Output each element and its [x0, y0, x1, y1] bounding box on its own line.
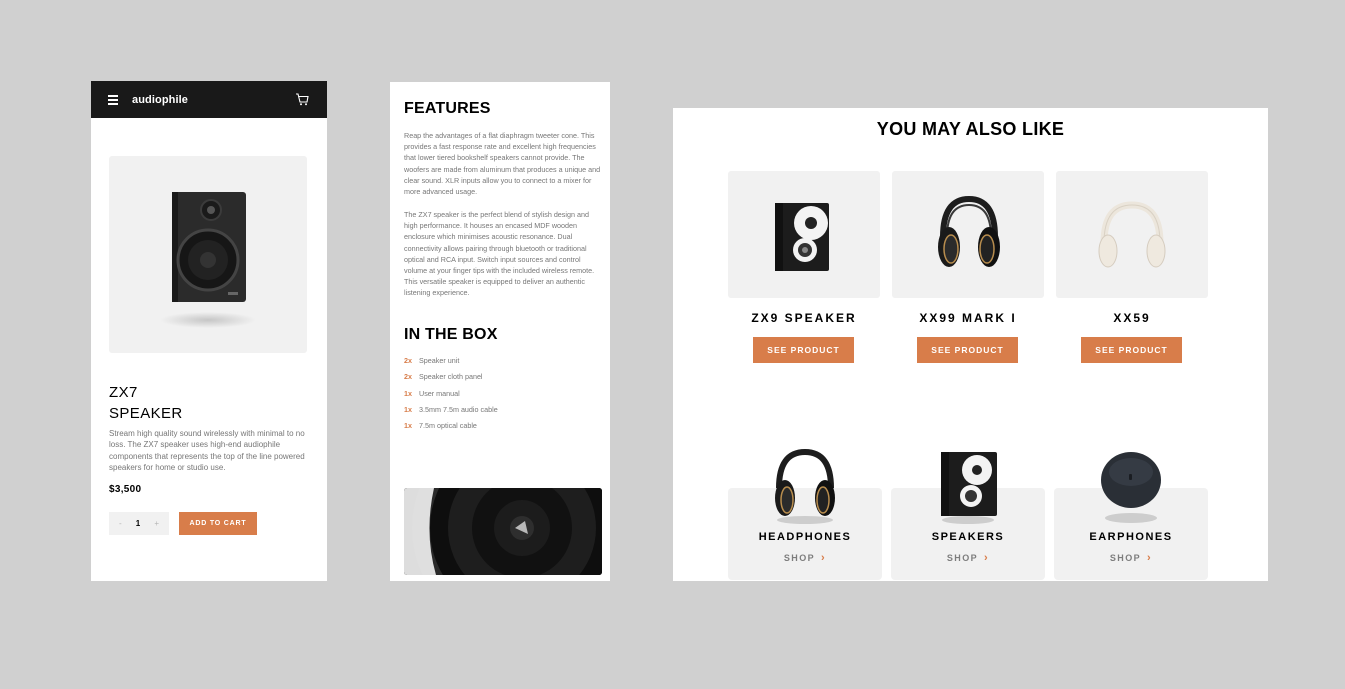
item-qty: 1x: [404, 421, 412, 431]
category-name: SPEAKERS: [931, 531, 1005, 543]
shop-label: SHOP: [1109, 553, 1142, 563]
mobile-product-page: audiophile ZX7 SPEAKER Stream high quali…: [91, 81, 327, 581]
product-price: $3,500: [109, 484, 142, 495]
chevron-right-icon: ›: [821, 552, 827, 564]
list-item: 2x Speaker unit: [404, 356, 498, 372]
increase-quantity-button[interactable]: +: [154, 519, 159, 528]
item-name: Speaker unit: [419, 356, 460, 365]
product-card-image[interactable]: [1056, 171, 1208, 298]
features-panel: FEATURES Reap the advantages of a flat d…: [390, 82, 610, 581]
shop-link[interactable]: SHOP ›: [728, 552, 882, 564]
features-paragraph-1: Reap the advantages of a flat diaphragm …: [404, 131, 601, 197]
product-name: XX99 MARK I: [919, 311, 1017, 325]
see-product-button[interactable]: SEE PRODUCT: [917, 337, 1018, 363]
item-name: User manual: [419, 388, 460, 398]
product-title-line2: SPEAKER: [109, 405, 183, 422]
zx7-speaker-image: [160, 191, 256, 328]
shop-label: SHOP: [783, 553, 816, 563]
you-may-also-like-panel: YOU MAY ALSO LIKE ZX9 SPEAKER SEE PRODUC…: [673, 108, 1268, 581]
cart-icon[interactable]: [295, 93, 309, 106]
headphones-icon: [775, 448, 835, 524]
item-name: 3.5mm 7.5m audio cable: [419, 404, 498, 414]
item-qty: 2x: [404, 356, 412, 365]
in-the-box-title: IN THE BOX: [404, 326, 498, 343]
product-name: XX59: [1113, 311, 1151, 325]
product-card-image[interactable]: [728, 171, 880, 298]
shop-link[interactable]: SHOP ›: [891, 552, 1045, 564]
speaker-closeup-image: [404, 488, 602, 575]
product-name: ZX9 SPEAKER: [751, 311, 857, 325]
list-item: 1x 7.5m optical cable: [404, 421, 498, 437]
list-item: 1x User manual: [404, 389, 498, 405]
hamburger-menu-icon[interactable]: [108, 94, 118, 105]
category-name: EARPHONES: [1089, 531, 1173, 543]
quantity-stepper: - 1 +: [109, 512, 169, 535]
gallery-image: [404, 488, 602, 575]
features-title: FEATURES: [404, 100, 491, 117]
decrease-quantity-button[interactable]: -: [119, 519, 122, 528]
item-qty: 1x: [404, 388, 412, 398]
list-item: 1x 3.5mm 7.5m audio cable: [404, 405, 498, 421]
speakers-icon: [941, 452, 997, 524]
item-name: 7.5m optical cable: [419, 421, 477, 431]
product-description: Stream high quality sound wirelessly wit…: [109, 429, 305, 472]
category-image: [728, 448, 882, 528]
chevron-right-icon: ›: [1147, 552, 1153, 564]
earphones-icon: [1101, 452, 1161, 523]
shop-link[interactable]: SHOP ›: [1054, 552, 1208, 564]
item-name: Speaker cloth panel: [419, 372, 483, 382]
logo[interactable]: audiophile: [132, 94, 188, 106]
features-paragraph-2: The ZX7 speaker is the perfect blend of …: [404, 210, 595, 298]
item-qty: 2x: [404, 372, 412, 382]
product-title: ZX7 SPEAKER: [109, 382, 183, 424]
xx59-headphones-image: [1098, 200, 1166, 267]
quantity-value: 1: [135, 519, 141, 528]
product-title-line1: ZX7: [109, 384, 138, 401]
mobile-header: audiophile: [91, 81, 327, 118]
see-product-button[interactable]: SEE PRODUCT: [753, 337, 854, 363]
shop-label: SHOP: [946, 553, 979, 563]
section-title: YOU MAY ALSO LIKE: [876, 119, 1065, 139]
zx9-speaker-image: [775, 202, 829, 271]
in-the-box-list: 2x Speaker unit 2x Speaker cloth panel 1x U…: [404, 356, 498, 437]
category-image: [1054, 448, 1208, 528]
add-to-cart-button[interactable]: ADD TO CART: [179, 512, 257, 535]
product-card-image[interactable]: [892, 171, 1044, 298]
item-qty: 1x: [404, 404, 412, 414]
see-product-button[interactable]: SEE PRODUCT: [1081, 337, 1182, 363]
list-item: 2x Speaker cloth panel: [404, 372, 498, 388]
category-name: HEADPHONES: [758, 531, 852, 543]
category-image: [891, 448, 1045, 528]
xx99-mark-i-headphones-image: [938, 195, 1000, 267]
product-image: [109, 156, 307, 353]
chevron-right-icon: ›: [984, 552, 990, 564]
